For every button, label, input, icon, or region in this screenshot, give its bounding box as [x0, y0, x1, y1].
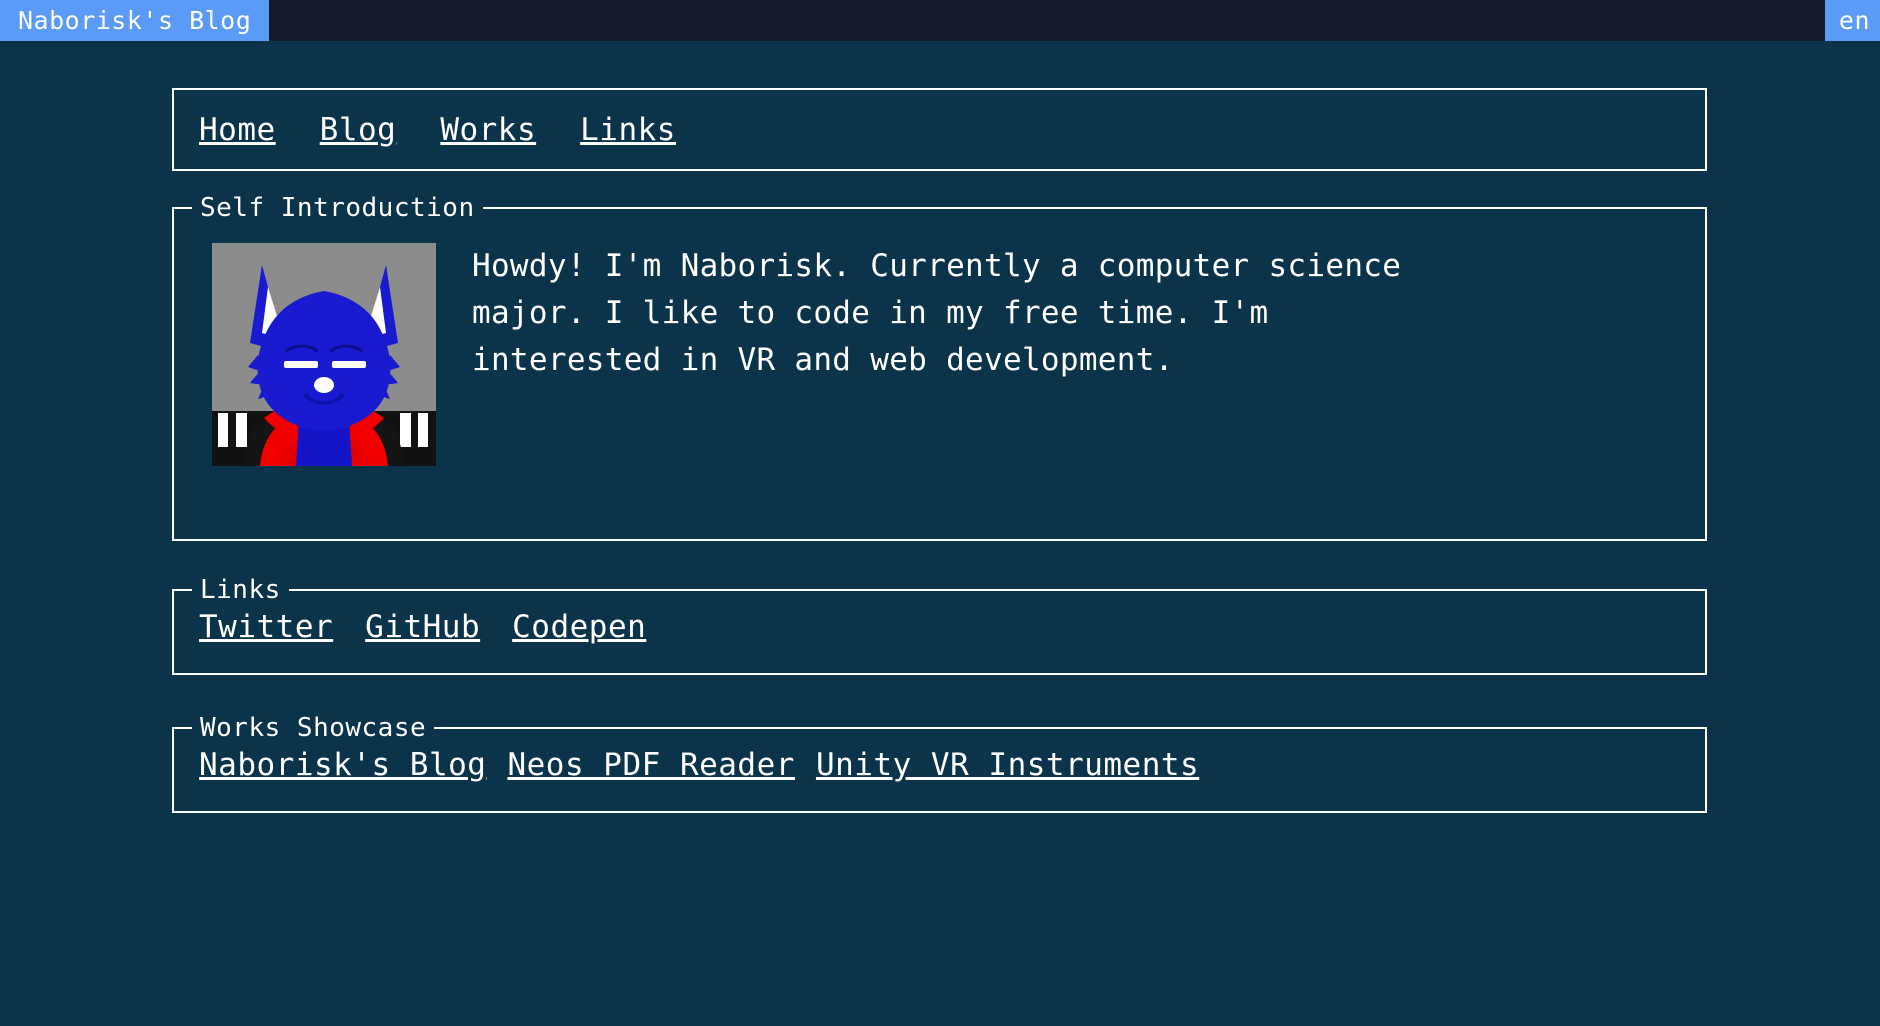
self-introduction-text: Howdy! I'm Naborisk. Currently a compute…	[472, 248, 1402, 378]
language-tab[interactable]: en	[1824, 0, 1880, 41]
nav-item-links[interactable]: Links	[580, 112, 676, 148]
nav-item-home[interactable]: Home	[199, 112, 276, 148]
main-navigation: Home Blog Works Links	[172, 88, 1707, 171]
self-introduction-body: Howdy! I'm Naborisk. Currently a compute…	[174, 223, 1705, 466]
links-body: Twitter GitHub Codepen	[174, 605, 1705, 645]
browser-tab-active[interactable]: Naborisk's Blog	[0, 0, 270, 41]
nav-item-blog[interactable]: Blog	[320, 112, 397, 148]
link-github[interactable]: GitHub	[365, 609, 480, 645]
avatar	[212, 243, 436, 466]
work-neos-pdf-reader[interactable]: Neos PDF Reader	[507, 747, 794, 783]
self-introduction-section: Self Introduction Howdy! I'm Naborisk. C…	[172, 193, 1707, 541]
work-unity-vr-instruments[interactable]: Unity VR Instruments	[816, 747, 1199, 783]
browser-title-bar: Naborisk's Blog en	[0, 0, 1880, 41]
links-section: Links Twitter GitHub Codepen	[172, 575, 1707, 675]
browser-tab-title: Naborisk's Blog	[18, 6, 252, 35]
works-showcase-body: Naborisk's Blog Neos PDF Reader Unity VR…	[174, 743, 1705, 783]
nav-item-works[interactable]: Works	[440, 112, 536, 148]
link-codepen[interactable]: Codepen	[512, 609, 646, 645]
language-tab-label: en	[1838, 6, 1870, 35]
self-introduction-legend: Self Introduction	[200, 193, 475, 223]
link-twitter[interactable]: Twitter	[199, 609, 333, 645]
avatar-image	[212, 243, 436, 466]
works-showcase-section: Works Showcase Naborisk's Blog Neos PDF …	[172, 713, 1707, 813]
works-showcase-legend: Works Showcase	[200, 713, 427, 743]
page-body: Home Blog Works Links Self Introduction	[0, 41, 1880, 1026]
work-naborisks-blog[interactable]: Naborisk's Blog	[199, 747, 486, 783]
links-legend: Links	[200, 575, 281, 605]
